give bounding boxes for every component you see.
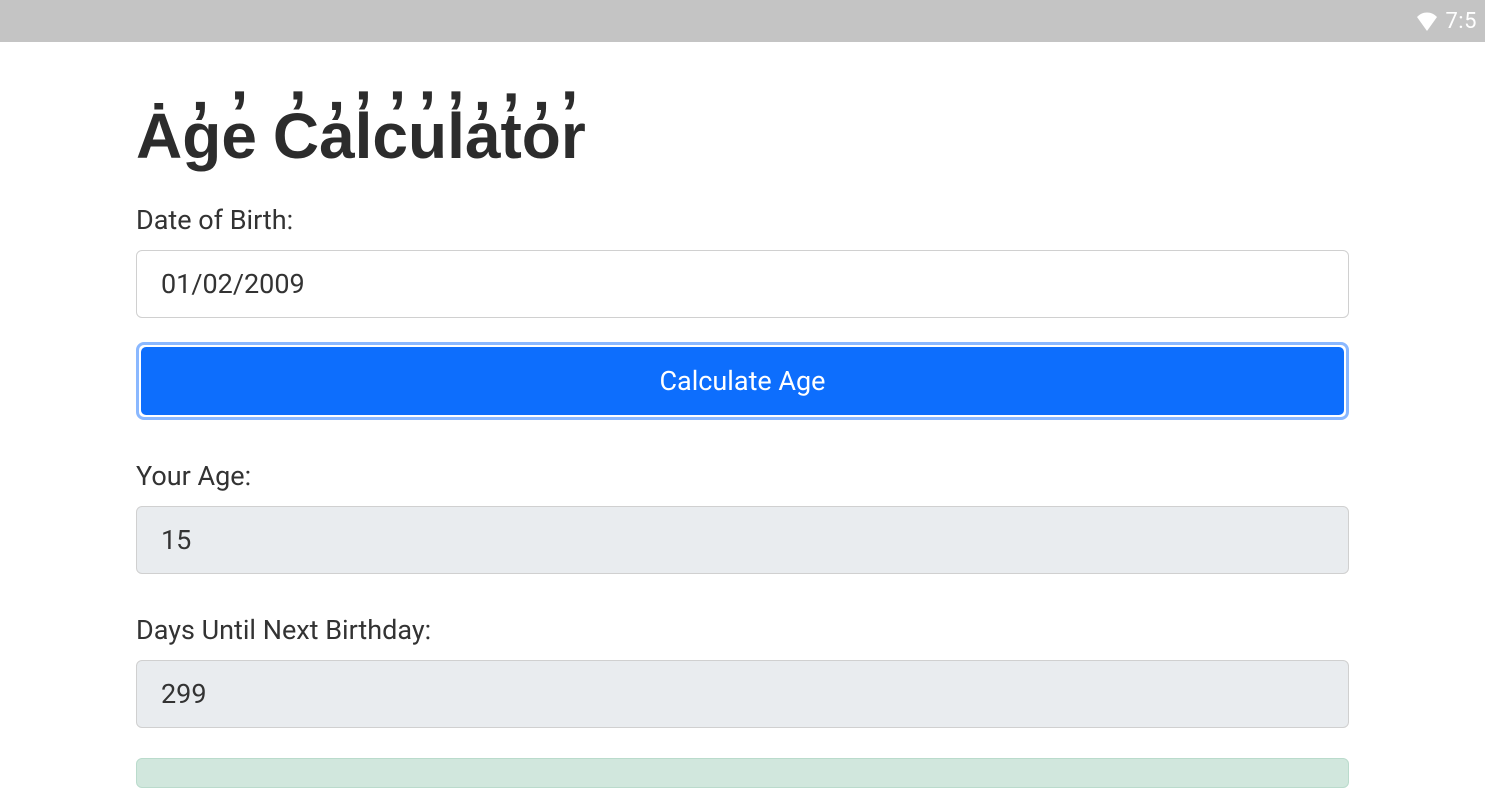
age-value: 15 [161, 524, 191, 556]
days-label: Days Until Next Birthday: [136, 614, 1349, 646]
wifi-icon [1415, 11, 1439, 31]
dob-input[interactable] [136, 250, 1349, 318]
status-bar: 7:5 [0, 0, 1485, 42]
page-title: Ȧg̓e̓ C̓a̓l̓c̓u̓l̓a̓t̓o̓r̓ [136, 102, 1349, 172]
days-value: 299 [161, 678, 207, 710]
success-message-box [136, 758, 1349, 788]
days-output: 299 [136, 660, 1349, 728]
dob-label: Date of Birth: [136, 204, 1349, 236]
calculate-button[interactable]: Calculate Age [141, 347, 1344, 415]
status-clock: 7:5 [1445, 9, 1477, 34]
age-label: Your Age: [136, 460, 1349, 492]
calculate-button-focus-ring: Calculate Age [136, 342, 1349, 420]
main-container: Ȧg̓e̓ C̓a̓l̓c̓u̓l̓a̓t̓o̓r̓ Date of Birth… [0, 42, 1485, 788]
age-output: 15 [136, 506, 1349, 574]
